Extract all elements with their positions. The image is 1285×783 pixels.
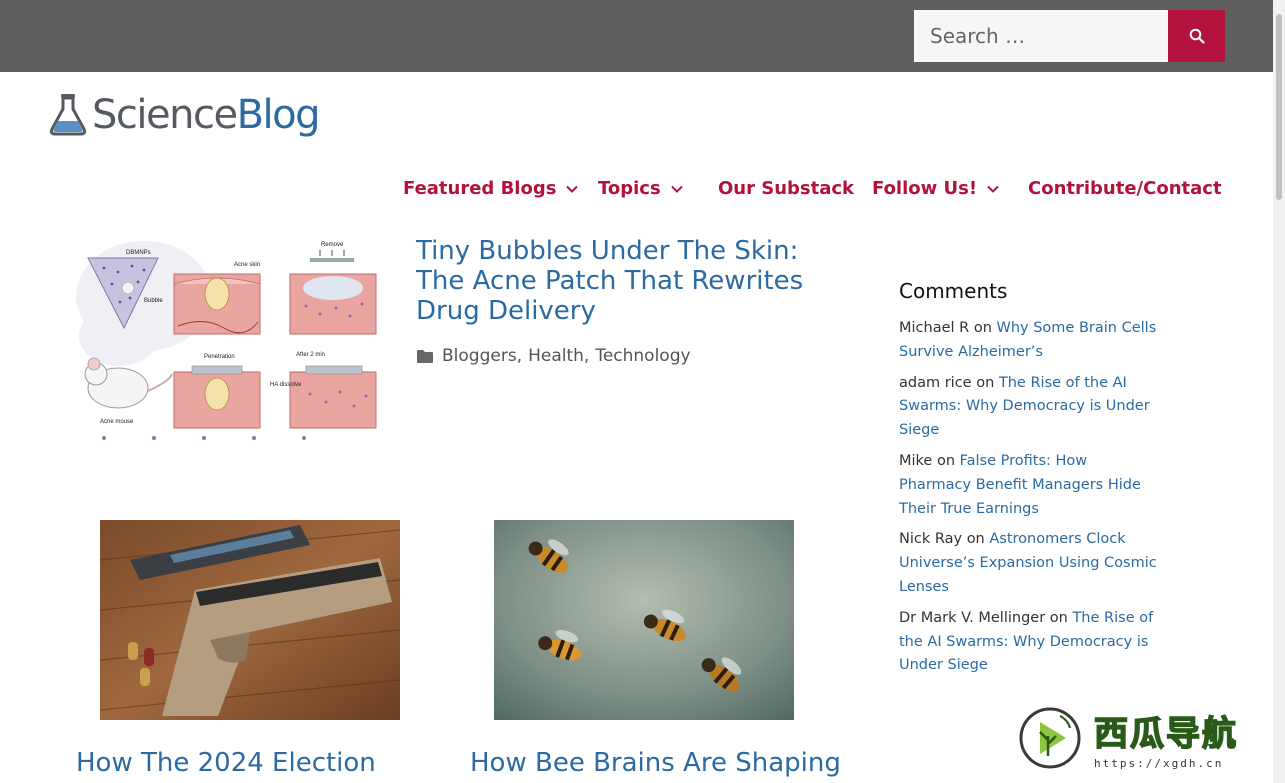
post-image-bees[interactable] (494, 520, 794, 720)
chevron-down-icon (566, 185, 579, 193)
image-label-penetration: Penetration (204, 354, 235, 360)
comment-item: Mike on False Profits: How Pharmacy Bene… (899, 450, 1159, 521)
post-title[interactable]: How Bee Brains Are Shaping (470, 748, 841, 778)
image-label-dbmnps: DBMNPs (126, 250, 151, 256)
image-label-remove: Remove (321, 242, 344, 248)
comment-item: Dr Mark V. Mellinger on The Rise of the … (899, 607, 1159, 678)
featured-post-title[interactable]: Tiny Bubbles Under The Skin: The Acne Pa… (416, 236, 836, 326)
comment-item: Michael R on Why Some Brain Cells Surviv… (899, 317, 1159, 365)
watermark-url: https://xgdh.cn (1094, 757, 1224, 770)
chevron-down-icon (670, 185, 683, 193)
category-link[interactable]: Technology (595, 346, 690, 366)
featured-post-image[interactable]: DBMNPs Bubble Acne skin Remove Acne mous… (74, 236, 384, 442)
image-label-after: After 2 min (296, 352, 325, 358)
nav-item-contribute-contact[interactable]: Contribute/Contact (1028, 178, 1222, 199)
nav-item-follow-us[interactable]: Follow Us! (872, 178, 999, 199)
search-icon (1189, 28, 1205, 44)
nav-item-our-substack[interactable]: Our Substack (718, 178, 854, 199)
comment-author: Michael R (899, 320, 970, 336)
image-label-ha-dissolve: HA dissolve (270, 382, 302, 388)
comment-item: Nick Ray on Astronomers Clock Universe’s… (899, 528, 1159, 599)
page-scrollbar[interactable] (1273, 0, 1285, 783)
image-label-acne-mouse: Acne mouse (100, 419, 134, 425)
comment-on: on (1049, 609, 1068, 626)
comment-author: Nick Ray (899, 531, 963, 548)
main-nav: Featured Blogs Topics Our Substack Follo… (0, 178, 1285, 206)
image-label-acne-skin: Acne skin (234, 262, 260, 268)
recent-comments-list: Michael R on Why Some Brain Cells Surviv… (899, 317, 1159, 685)
search-form (914, 10, 1225, 62)
chevron-down-icon (987, 185, 999, 193)
post-title[interactable]: How The 2024 Election (76, 748, 376, 778)
sidebar-comments-heading: Comments (899, 279, 1008, 303)
comment-post-link[interactable]: False Profits: How Pharmacy Benefit Mana… (899, 453, 1141, 517)
nav-item-label: Topics (598, 178, 661, 199)
comment-on: on (936, 452, 956, 469)
top-bar (0, 0, 1285, 72)
comment-on: on (973, 320, 992, 336)
comment-item: adam rice on The Rise of the AI Swarms: … (899, 372, 1159, 443)
comment-on: on (966, 531, 985, 548)
flask-icon (49, 94, 87, 136)
comment-author: adam rice (899, 374, 972, 391)
category-link[interactable]: Health (528, 346, 584, 366)
watermelon-logo-icon (1019, 707, 1081, 769)
nav-item-label: Featured Blogs (403, 178, 557, 199)
nav-item-featured-blogs[interactable]: Featured Blogs (403, 178, 579, 199)
folder-icon (417, 349, 433, 363)
comment-author: Dr Mark V. Mellinger (899, 609, 1046, 626)
post-image-handgun[interactable] (100, 520, 400, 720)
nav-item-label: Contribute/Contact (1028, 178, 1222, 199)
image-label-bubble: Bubble (144, 298, 163, 304)
nav-item-label: Our Substack (718, 178, 855, 199)
comment-on: on (976, 374, 995, 391)
watermark-name: 西瓜导航 (1093, 713, 1238, 755)
nav-item-label: Follow Us! (872, 178, 978, 199)
logo-text-blog: Blog (236, 92, 321, 138)
search-input[interactable] (914, 10, 1168, 62)
category-link[interactable]: Bloggers (442, 346, 517, 366)
logo-text-science: Science (92, 92, 238, 138)
search-button[interactable] (1168, 10, 1225, 62)
comment-author: Mike (899, 452, 933, 469)
watermark: 西瓜导航 https://xgdh.cn (1018, 700, 1268, 776)
site-logo[interactable]: ScienceBlog (48, 92, 321, 138)
featured-post-categories: Bloggers, Health, Technology (416, 346, 691, 366)
scrollbar-thumb[interactable] (1276, 14, 1282, 200)
nav-item-topics[interactable]: Topics (598, 178, 683, 199)
